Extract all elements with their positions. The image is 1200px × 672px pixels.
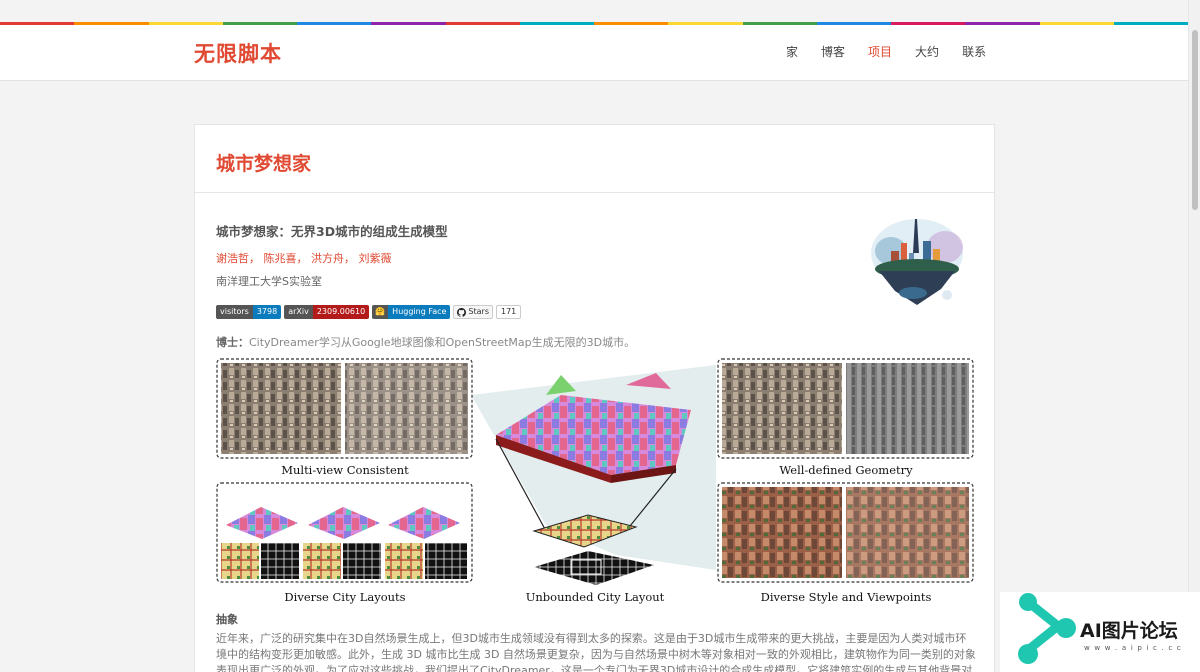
watermark-text: AI图片论坛 <box>1080 620 1178 642</box>
nav-item-contact[interactable]: 联系 <box>962 43 986 60</box>
main-nav: 家 博客 项目 大约 联系 <box>786 43 1009 60</box>
abstract-text: 近年来，广泛的研究集中在3D自然场景生成上，但3D城市生成领域没有得到太多的探索… <box>216 632 976 672</box>
paper-title: 城市梦想家：无界3D城市的组成生成模型 <box>216 224 448 239</box>
project-card: 城市梦想家 城市梦想家：无界3D城市的组成生成模型 谢浩哲， 陈兆喜， 洪方舟，… <box>194 124 995 672</box>
nav-item-home[interactable]: 家 <box>786 43 798 60</box>
caption-geometry: Well-defined Geometry <box>779 463 913 477</box>
page-scrollbar[interactable] <box>1188 0 1200 672</box>
author-list[interactable]: 谢浩哲， 陈兆喜， 洪方舟， 刘紫薇 <box>216 250 392 266</box>
site-header: 无限脚本 家 博客 项目 大约 联系 <box>0 25 1188 81</box>
title-divider <box>195 192 994 193</box>
nav-item-about[interactable]: 大约 <box>915 43 939 60</box>
arxiv-badge-id: 2309.00610 <box>312 305 370 319</box>
abstract-title: 抽象 <box>216 613 238 626</box>
arxiv-badge-label: arXiv <box>284 305 313 319</box>
scrollbar-thumb[interactable] <box>1192 30 1198 210</box>
teaser-figure: Multi-view Consistent Diverse City Layou… <box>216 358 974 604</box>
visitors-badge-count: 3798 <box>252 305 282 319</box>
page-title: 城市梦想家 <box>216 153 312 175</box>
tldr-text: CityDreamer学习从Google地球图像和OpenStreetMap生成… <box>249 336 636 349</box>
nav-item-projects[interactable]: 项目 <box>868 43 892 60</box>
caption-style: Diverse Style and Viewpoints <box>761 590 932 604</box>
floating-city-thumbnail <box>871 219 963 305</box>
affiliation: 南洋理工大学S实验室 <box>216 275 322 288</box>
github-icon <box>457 307 467 317</box>
watermark-url: w w w . a i p i c . c c <box>1084 644 1182 652</box>
site-brand[interactable]: 无限脚本 <box>194 38 282 68</box>
huggingface-badge[interactable]: 🤗 Hugging Face <box>372 305 451 319</box>
visitors-badge-label: visitors <box>216 305 253 319</box>
badge-row: visitors 3798 arXiv 2309.00610 🤗 Hugging… <box>216 305 522 319</box>
github-stars-count[interactable]: 171 <box>496 305 522 319</box>
huggingface-badge-label: Hugging Face <box>388 305 451 319</box>
caption-layouts: Diverse City Layouts <box>284 590 405 604</box>
huggingface-icon: 🤗 <box>372 305 389 319</box>
watermark: AI图片论坛 w w w . a i p i c . c c <box>1000 592 1200 672</box>
tldr-label: 博士： <box>216 336 249 349</box>
arxiv-badge[interactable]: arXiv 2309.00610 <box>284 305 370 319</box>
github-stars-button[interactable]: Stars <box>453 305 493 319</box>
caption-unbounded: Unbounded City Layout <box>526 590 665 604</box>
github-stars-label: Stars <box>468 307 489 316</box>
caption-multi-view: Multi-view Consistent <box>281 463 409 477</box>
nav-item-blog[interactable]: 博客 <box>821 43 845 60</box>
tldr-line: 博士：CityDreamer学习从Google地球图像和OpenStreetMa… <box>216 334 635 350</box>
visitors-badge[interactable]: visitors 3798 <box>216 305 282 319</box>
watermark-logo-icon <box>1018 593 1076 664</box>
